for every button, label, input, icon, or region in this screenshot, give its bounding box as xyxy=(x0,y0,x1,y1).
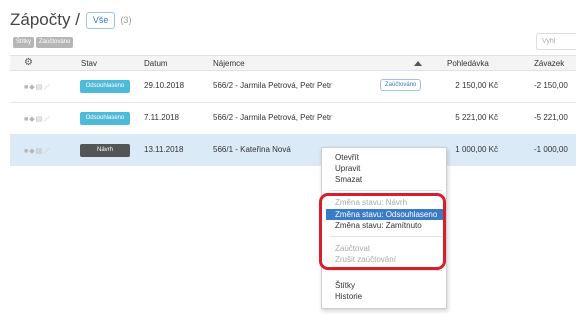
column-status[interactable]: Stav xyxy=(81,59,97,68)
toolbar: Štítky Zaúčtováno Vyhl xyxy=(10,33,576,51)
table-row[interactable]: ■◆▤／ Návrh 13.11.2018 566/1 - Kateřina N… xyxy=(10,135,576,166)
gear-icon[interactable]: ⚙ xyxy=(24,57,33,68)
date-cell: 29.10.2018 xyxy=(144,81,185,90)
column-date[interactable]: Datum xyxy=(144,59,168,68)
menu-item-history[interactable]: Historie xyxy=(326,292,446,302)
filter-all-button[interactable]: Vše xyxy=(85,11,116,29)
row-action-icons[interactable]: ■◆▤／ xyxy=(24,82,51,92)
menu-separator xyxy=(330,270,442,271)
posted-badge: Zaúčtováno xyxy=(380,79,422,91)
posted-filter-button[interactable]: Zaúčtováno xyxy=(36,37,74,48)
offsets-table: ⚙ Stav Datum Nájemce Pohledávka Závazek … xyxy=(10,55,576,166)
record-count: (3) xyxy=(120,15,132,25)
status-badge: Odsouhlaseno xyxy=(80,80,130,93)
liability-cell: -1 000,00 xyxy=(534,145,568,154)
tenant-cell: 566/2 - Jarmila Petrová, Petr Petr xyxy=(213,81,332,90)
page-title: Zápočty / xyxy=(10,10,80,29)
tags-filter-button[interactable]: Štítky xyxy=(13,37,35,48)
menu-item-open[interactable]: Otevřít xyxy=(326,153,446,163)
menu-item-delete[interactable]: Smazat xyxy=(326,175,446,185)
row-action-icons[interactable]: ■◆▤／ xyxy=(24,146,51,156)
pencil-icon[interactable]: ／ xyxy=(43,116,51,123)
receivable-cell: 2 150,00 Kč xyxy=(455,81,498,90)
column-tenant[interactable]: Nájemce xyxy=(213,59,245,68)
tenant-cell: 566/2 - Jarmila Petrová, Petr Petr xyxy=(213,113,332,122)
column-receivable[interactable]: Pohledávka xyxy=(447,59,489,68)
annotation-highlight xyxy=(319,193,446,270)
liability-cell: -5 221,00 xyxy=(534,113,568,122)
status-badge: Návrh xyxy=(80,144,130,157)
table-row[interactable]: ■◆▤／ Odsouhlaseno 7.11.2018 566/2 - Jarm… xyxy=(10,103,576,135)
table-row[interactable]: ■◆▤／ Odsouhlaseno 29.10.2018 566/2 - Jar… xyxy=(10,71,576,103)
tenant-cell: 566/1 - Kateřina Nová xyxy=(213,145,291,154)
column-liability[interactable]: Závazek xyxy=(534,59,564,68)
search-input[interactable]: Vyhl xyxy=(536,33,576,50)
table-header: ⚙ Stav Datum Nájemce Pohledávka Závazek xyxy=(10,55,576,71)
menu-separator xyxy=(330,190,442,191)
page-header: Zápočty / Vše (3) xyxy=(10,9,131,31)
status-badge: Odsouhlaseno xyxy=(80,112,130,125)
date-cell: 7.11.2018 xyxy=(144,113,179,122)
menu-item-edit[interactable]: Upravit xyxy=(326,164,446,174)
menu-item-tags[interactable]: Štítky xyxy=(326,281,446,291)
liability-cell: -2 150,00 xyxy=(534,81,568,90)
date-cell: 13.11.2018 xyxy=(144,145,184,154)
row-action-icons[interactable]: ■◆▤／ xyxy=(24,114,51,124)
pencil-icon[interactable]: ／ xyxy=(43,148,51,155)
sort-up-icon[interactable] xyxy=(414,61,422,66)
pencil-icon[interactable]: ／ xyxy=(43,84,51,91)
receivable-cell: 1 000,00 Kč xyxy=(455,145,498,154)
receivable-cell: 5 221,00 Kč xyxy=(455,113,498,122)
